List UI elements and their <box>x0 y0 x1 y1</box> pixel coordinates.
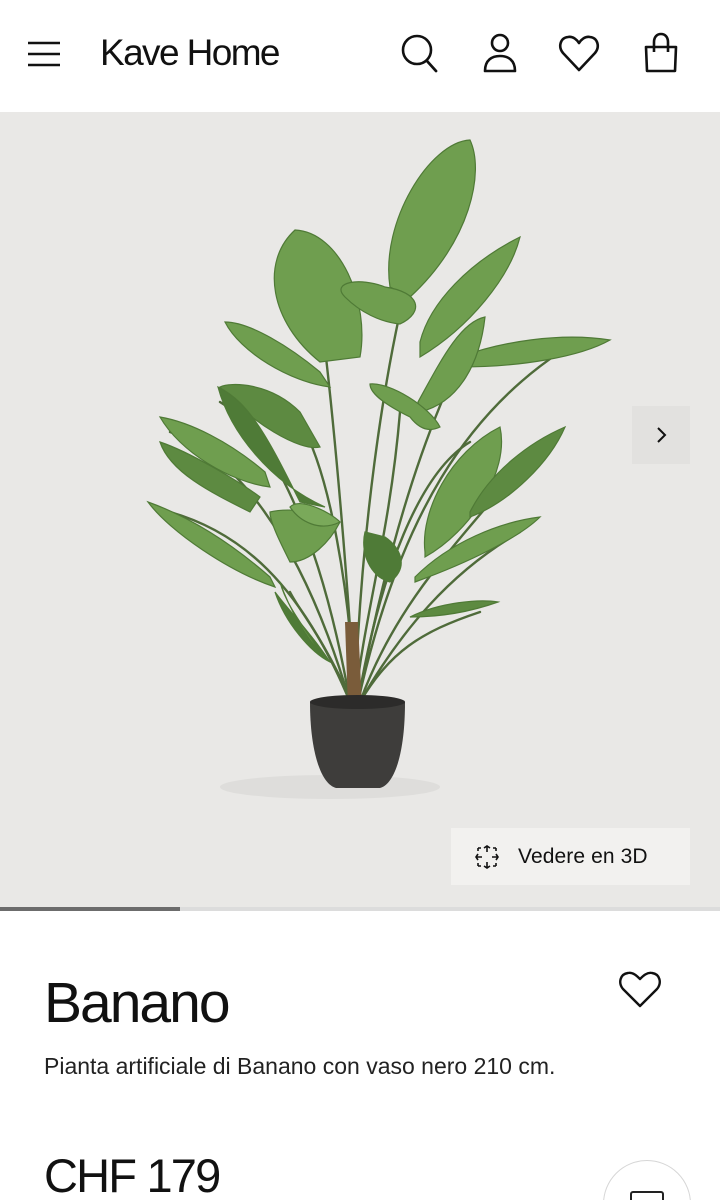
view-3d-button[interactable]: Vedere en 3D <box>451 828 690 885</box>
next-image-button[interactable] <box>632 406 690 464</box>
view-3d-label: Vedere en 3D <box>518 844 648 868</box>
product-description: Pianta artificiale di Banano con vaso ne… <box>44 1053 556 1079</box>
chevron-right-icon <box>657 427 667 443</box>
product-title: Banano <box>44 971 231 1035</box>
account-icon[interactable] <box>479 30 521 76</box>
brand-logo[interactable]: Kave Home <box>100 30 281 76</box>
product-price: CHF 179 <box>44 1149 221 1200</box>
wishlist-heart-icon[interactable] <box>617 968 663 1010</box>
floating-action-button[interactable] <box>603 1160 691 1200</box>
heart-icon[interactable] <box>558 30 600 76</box>
product-image <box>146 139 612 799</box>
menu-icon[interactable] <box>24 36 64 72</box>
gallery-progress-bar <box>0 907 720 911</box>
3d-view-icon <box>475 844 499 869</box>
search-icon[interactable] <box>398 30 440 76</box>
site-header: Kave Home <box>0 0 720 112</box>
bag-icon[interactable] <box>640 30 682 76</box>
gallery-progress-fill <box>0 907 180 911</box>
product-gallery[interactable]: Vedere en 3D <box>0 112 720 907</box>
compare-icon <box>630 1191 664 1200</box>
